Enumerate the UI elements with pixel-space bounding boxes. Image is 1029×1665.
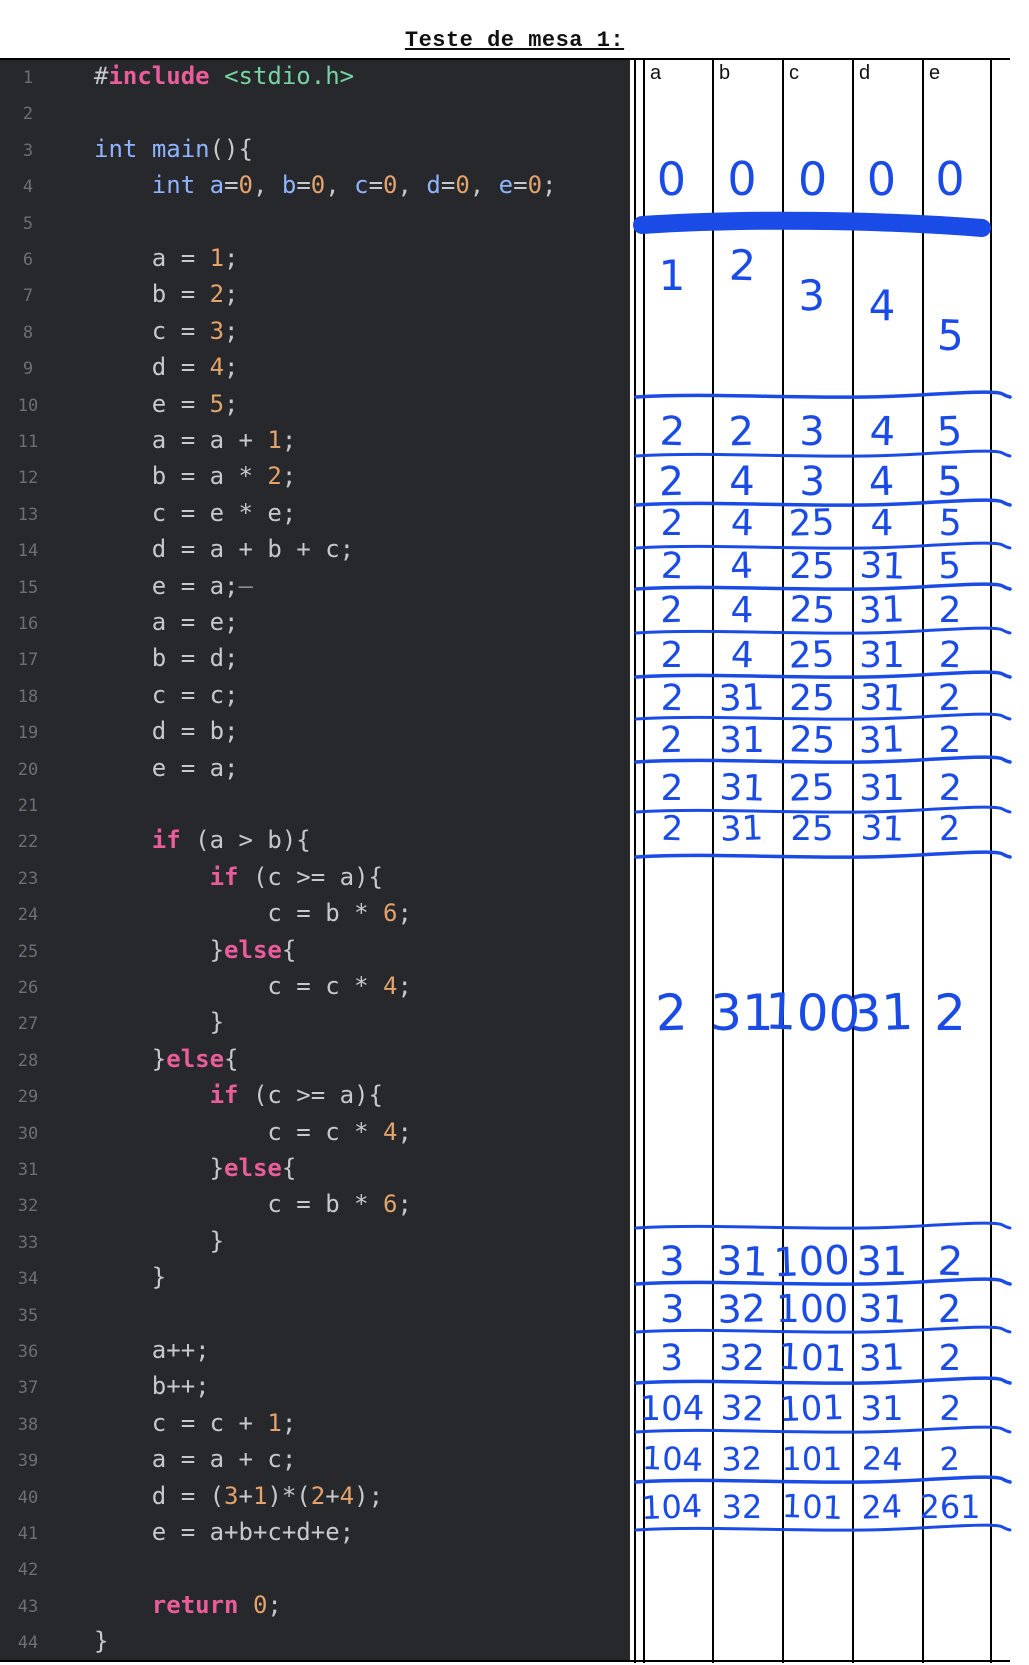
handwritten-value: 2 bbox=[937, 678, 961, 720]
handwritten-value: 5 bbox=[936, 311, 964, 361]
handwritten-value: 31 bbox=[860, 1389, 903, 1429]
handwritten-value: 31 bbox=[849, 983, 915, 1043]
handwritten-value: 4 bbox=[730, 635, 754, 677]
handwritten-value: 3 bbox=[659, 1338, 683, 1380]
handwritten-value: 101 bbox=[777, 1337, 847, 1380]
handwritten-value: 261 bbox=[919, 1488, 980, 1526]
handwritten-value: 31 bbox=[860, 808, 905, 849]
handwritten-value: 31 bbox=[719, 808, 764, 849]
handwritten-value: 2 bbox=[937, 1239, 964, 1286]
handwritten-value: 3 bbox=[797, 271, 825, 321]
handwritten-value: 2 bbox=[938, 809, 961, 850]
handwritten-value: 31 bbox=[858, 719, 905, 762]
handwritten-value: 31 bbox=[718, 677, 765, 720]
handwritten-value: 4 bbox=[869, 281, 896, 330]
handwritten-value: 31 bbox=[859, 768, 905, 809]
handwritten-value: 2 bbox=[939, 590, 962, 631]
handwritten-value: 4 bbox=[729, 459, 754, 505]
handwritten-value: 25 bbox=[789, 589, 836, 632]
handwritten-value: 100 bbox=[764, 982, 861, 1043]
handwritten-value: 4 bbox=[730, 503, 754, 545]
handwritten-value: 25 bbox=[789, 546, 835, 587]
handwritten-value: 2 bbox=[659, 409, 686, 456]
handwritten-value: 104 bbox=[640, 1389, 705, 1429]
handwritten-value: 32 bbox=[722, 1488, 763, 1526]
handwritten-value: 2 bbox=[661, 503, 684, 544]
handwritten-value: 31 bbox=[857, 1239, 908, 1285]
handwritten-annotations: 0 0 0 0 01 23 452 2 3 4 52 4 3 4 52 4 25 4 52 4 25 31 52 4 25 31 2… bbox=[633, 152, 1012, 1532]
handwritten-value: 2 bbox=[934, 984, 966, 1042]
handwritten-value: 2 bbox=[654, 983, 688, 1042]
handwritten-value: 1 bbox=[659, 251, 686, 300]
handwritten-value: 5 bbox=[937, 546, 961, 588]
handwritten-value: 31 bbox=[858, 589, 905, 632]
handwritten-value: 2 bbox=[661, 635, 684, 676]
handwritten-value: 2 bbox=[659, 720, 683, 762]
handwritten-value: 2 bbox=[938, 768, 962, 810]
handwritten-value: 25 bbox=[788, 634, 835, 677]
handwritten-value: 32 bbox=[719, 1338, 765, 1379]
handwritten-value: 104 bbox=[640, 1487, 702, 1527]
ink-stroke bbox=[633, 211, 991, 237]
handwritten-value: 5 bbox=[937, 459, 962, 505]
handwritten-value: 2 bbox=[938, 635, 962, 677]
handwritten-value: 31 bbox=[858, 1337, 905, 1380]
handwritten-value: 0 bbox=[797, 152, 828, 207]
handwritten-value: 31 bbox=[719, 720, 765, 761]
handwritten-value: 4 bbox=[731, 590, 754, 631]
handwritten-value: 32 bbox=[717, 1286, 767, 1332]
handwritten-value: 101 bbox=[781, 1487, 843, 1527]
handwritten-value: 3 bbox=[799, 459, 826, 506]
handwritten-value: 104 bbox=[641, 1439, 703, 1479]
handwritten-value: 32 bbox=[721, 1439, 763, 1478]
handwritten-value: 2 bbox=[658, 459, 685, 506]
handwritten-value: 2 bbox=[661, 768, 684, 809]
handwritten-value: 31 bbox=[716, 1238, 768, 1286]
handwritten-value: 2 bbox=[728, 241, 756, 291]
handwritten-value: 100 bbox=[776, 1287, 849, 1331]
handwritten-value: 4 bbox=[869, 409, 896, 456]
handwritten-value: 25 bbox=[788, 502, 835, 545]
handwritten-value: 101 bbox=[781, 1440, 842, 1478]
handwritten-value: 2 bbox=[660, 678, 684, 720]
handwritten-value: 31 bbox=[859, 635, 905, 676]
handwritten-value: 25 bbox=[789, 678, 835, 719]
handwritten-value: 2 bbox=[939, 1440, 961, 1479]
handwritten-value: 31 bbox=[719, 767, 766, 810]
handwritten-value: 2 bbox=[939, 720, 962, 761]
handwritten-value: 31 bbox=[858, 1286, 908, 1332]
handwritten-value: 3 bbox=[660, 1287, 686, 1332]
ink-stroke bbox=[634, 390, 1012, 399]
handwritten-value: 24 bbox=[861, 1439, 903, 1478]
handwritten-value: 4 bbox=[871, 503, 894, 544]
handwritten-value: 0 bbox=[727, 152, 756, 206]
handwritten-value: 32 bbox=[720, 1388, 765, 1429]
handwritten-value: 3 bbox=[659, 1239, 684, 1285]
handwritten-value: 24 bbox=[861, 1487, 903, 1526]
handwritten-value: 25 bbox=[789, 719, 836, 762]
handwritten-value: 2 bbox=[937, 1287, 963, 1332]
ink-stroke bbox=[634, 1221, 1012, 1230]
handwritten-value: 31 bbox=[859, 545, 906, 588]
handwritten-value: 31 bbox=[859, 677, 906, 720]
handwritten-value: 0 bbox=[866, 152, 897, 207]
handwritten-value: 4 bbox=[868, 459, 895, 506]
handwritten-value: 2 bbox=[939, 1338, 962, 1379]
handwritten-value: 2 bbox=[939, 1389, 962, 1430]
handwritten-value: 5 bbox=[938, 503, 962, 545]
handwritten-value: 100 bbox=[773, 1238, 851, 1287]
handwritten-value: 2 bbox=[659, 590, 683, 632]
handwritten-value: 25 bbox=[788, 767, 835, 810]
handwritten-value: 2 bbox=[728, 409, 755, 456]
ink-stroke bbox=[634, 850, 1012, 859]
handwritten-value: 0 bbox=[935, 152, 964, 206]
handwritten-value: 4 bbox=[729, 546, 753, 588]
handwritten-value: 2 bbox=[661, 809, 684, 850]
handwritten-value: 2 bbox=[660, 546, 684, 588]
handwritten-value: 5 bbox=[936, 409, 963, 456]
handwritten-value: 25 bbox=[790, 809, 833, 849]
handwritten-value: 101 bbox=[778, 1388, 844, 1430]
handwritten-value: 3 bbox=[799, 409, 824, 455]
handwritten-value: 0 bbox=[656, 152, 687, 207]
